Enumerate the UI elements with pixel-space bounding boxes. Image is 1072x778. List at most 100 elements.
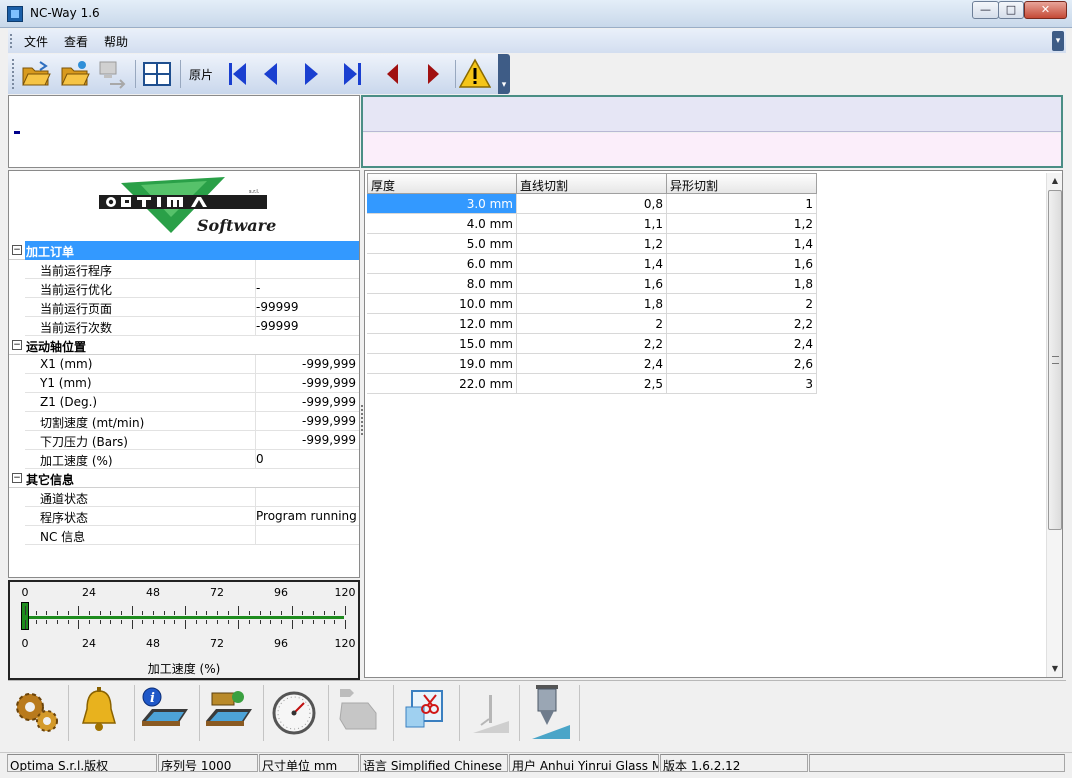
table-cell[interactable]: 2,5 [517, 374, 667, 394]
table-row[interactable]: 3.0 mm 0,8 1 [367, 194, 817, 214]
table-cell[interactable]: 2 [517, 314, 667, 334]
property-row[interactable]: 程序状态 Program running [25, 507, 359, 526]
table-cell[interactable]: 1,4 [517, 254, 667, 274]
toolbar-grip[interactable] [12, 59, 15, 89]
table-cell[interactable]: 12.0 mm [367, 314, 517, 334]
panel-splitter[interactable] [361, 405, 364, 435]
back-red-icon[interactable] [377, 58, 409, 90]
table-cell[interactable]: 15.0 mm [367, 334, 517, 354]
scroll-down-icon[interactable]: ▼ [1047, 661, 1062, 677]
table-row[interactable]: 8.0 mm 1,6 1,8 [367, 274, 817, 294]
machine-info-icon[interactable]: i [138, 685, 192, 739]
collapse-toggle-icon[interactable]: − [12, 340, 22, 350]
gauge-icon[interactable] [266, 685, 320, 739]
gauge-tick [302, 611, 304, 615]
table-cell[interactable]: 2,6 [667, 354, 817, 374]
next-icon[interactable] [295, 58, 327, 90]
table-row[interactable]: 19.0 mm 2,4 2,6 [367, 354, 817, 374]
maximize-button[interactable]: □ [998, 1, 1024, 19]
property-row[interactable]: 下刀压力 (Bars) -999,999 [25, 431, 359, 450]
table-cell[interactable]: 1,6 [667, 254, 817, 274]
machine-table-icon[interactable] [202, 685, 256, 739]
machine-disabled-icon[interactable] [332, 685, 386, 739]
table-row[interactable]: 15.0 mm 2,2 2,4 [367, 334, 817, 354]
table-row[interactable]: 6.0 mm 1,4 1,6 [367, 254, 817, 274]
grid-view-icon[interactable] [141, 58, 173, 90]
menubar-overflow-icon[interactable]: ▾ [1052, 31, 1064, 51]
first-icon[interactable] [222, 58, 254, 90]
column-header[interactable]: 异形切割 [667, 173, 817, 194]
table-cell[interactable]: 1,4 [667, 234, 817, 254]
property-row[interactable]: 当前运行优化 - [25, 279, 359, 298]
table-cell[interactable]: 1,2 [517, 234, 667, 254]
table-cell[interactable]: 3 [667, 374, 817, 394]
table-cell[interactable]: 2,4 [517, 354, 667, 374]
send-to-machine-icon[interactable] [96, 58, 128, 90]
toolbar-overflow-icon[interactable]: ▾ [498, 54, 510, 94]
property-row[interactable]: 当前运行次数 -99999 [25, 317, 359, 336]
property-row[interactable]: 当前运行页面 -99999 [25, 298, 359, 317]
scroll-thumb[interactable] [1048, 190, 1062, 530]
menu-help[interactable]: 帮助 [104, 33, 128, 50]
blade-disabled-icon[interactable] [463, 685, 517, 739]
table-cell[interactable]: 1,8 [667, 274, 817, 294]
close-button[interactable]: ✕ [1024, 1, 1067, 19]
gears-icon[interactable] [10, 685, 64, 739]
last-icon[interactable] [336, 58, 368, 90]
gauge-tick [334, 620, 336, 624]
table-cell[interactable]: 0,8 [517, 194, 667, 214]
bell-icon[interactable] [72, 685, 126, 739]
vertical-scrollbar[interactable]: ▲ ▼ [1046, 173, 1062, 677]
menu-file[interactable]: 文件 [24, 33, 48, 50]
table-cell[interactable]: 8.0 mm [367, 274, 517, 294]
table-cell[interactable]: 2,2 [667, 314, 817, 334]
property-row[interactable]: 当前运行程序 [25, 260, 359, 279]
table-row[interactable]: 4.0 mm 1,1 1,2 [367, 214, 817, 234]
column-header[interactable]: 直线切割 [517, 173, 667, 194]
table-cell[interactable]: 1,1 [517, 214, 667, 234]
menu-grip[interactable] [10, 34, 13, 48]
table-cell[interactable]: 5.0 mm [367, 234, 517, 254]
table-row[interactable]: 12.0 mm 2 2,2 [367, 314, 817, 334]
table-cell[interactable]: 1,2 [667, 214, 817, 234]
table-cell[interactable]: 3.0 mm [367, 194, 517, 214]
property-row[interactable]: 通道状态 [25, 488, 359, 507]
table-cell[interactable]: 10.0 mm [367, 294, 517, 314]
property-group[interactable]: − 其它信息 [9, 469, 359, 488]
table-cell[interactable]: 1,6 [517, 274, 667, 294]
collapse-toggle-icon[interactable]: − [12, 473, 22, 483]
table-cell[interactable]: 19.0 mm [367, 354, 517, 374]
table-cell[interactable]: 2,2 [517, 334, 667, 354]
forward-red-icon[interactable] [417, 58, 449, 90]
property-group[interactable]: − 加工订单 [9, 241, 359, 260]
table-cell[interactable]: 2,4 [667, 334, 817, 354]
menu-view[interactable]: 查看 [64, 33, 88, 50]
cutting-head-icon[interactable] [522, 685, 576, 739]
property-row[interactable]: 加工速度 (%) 0 [25, 450, 359, 469]
table-row[interactable]: 22.0 mm 2,5 3 [367, 374, 817, 394]
table-cell[interactable]: 1,8 [517, 294, 667, 314]
warning-icon[interactable] [459, 58, 491, 90]
table-cell[interactable]: 4.0 mm [367, 214, 517, 234]
table-cell[interactable]: 22.0 mm [367, 374, 517, 394]
property-row[interactable]: NC 信息 [25, 526, 359, 545]
table-cell[interactable]: 1 [667, 194, 817, 214]
property-group[interactable]: − 运动轴位置 [9, 336, 359, 355]
open-folder-star-icon[interactable] [59, 58, 91, 90]
property-row[interactable]: Y1 (mm) -999,999 [25, 374, 359, 393]
property-row[interactable]: X1 (mm) -999,999 [25, 355, 359, 374]
prev-icon[interactable] [255, 58, 287, 90]
scroll-up-icon[interactable]: ▲ [1047, 173, 1062, 189]
table-cell[interactable]: 2 [667, 294, 817, 314]
property-row[interactable]: Z1 (Deg.) -999,999 [25, 393, 359, 412]
collapse-toggle-icon[interactable]: − [12, 245, 22, 255]
table-cell[interactable]: 6.0 mm [367, 254, 517, 274]
minimize-button[interactable]: — [972, 1, 999, 19]
open-folder-icon[interactable] [20, 58, 52, 90]
table-row[interactable]: 5.0 mm 1,2 1,4 [367, 234, 817, 254]
gauge-tick [345, 606, 346, 615]
column-header[interactable]: 厚度 [367, 173, 517, 194]
cut-file-icon[interactable] [398, 685, 452, 739]
property-row[interactable]: 切割速度 (mt/min) -999,999 [25, 412, 359, 431]
table-row[interactable]: 10.0 mm 1,8 2 [367, 294, 817, 314]
